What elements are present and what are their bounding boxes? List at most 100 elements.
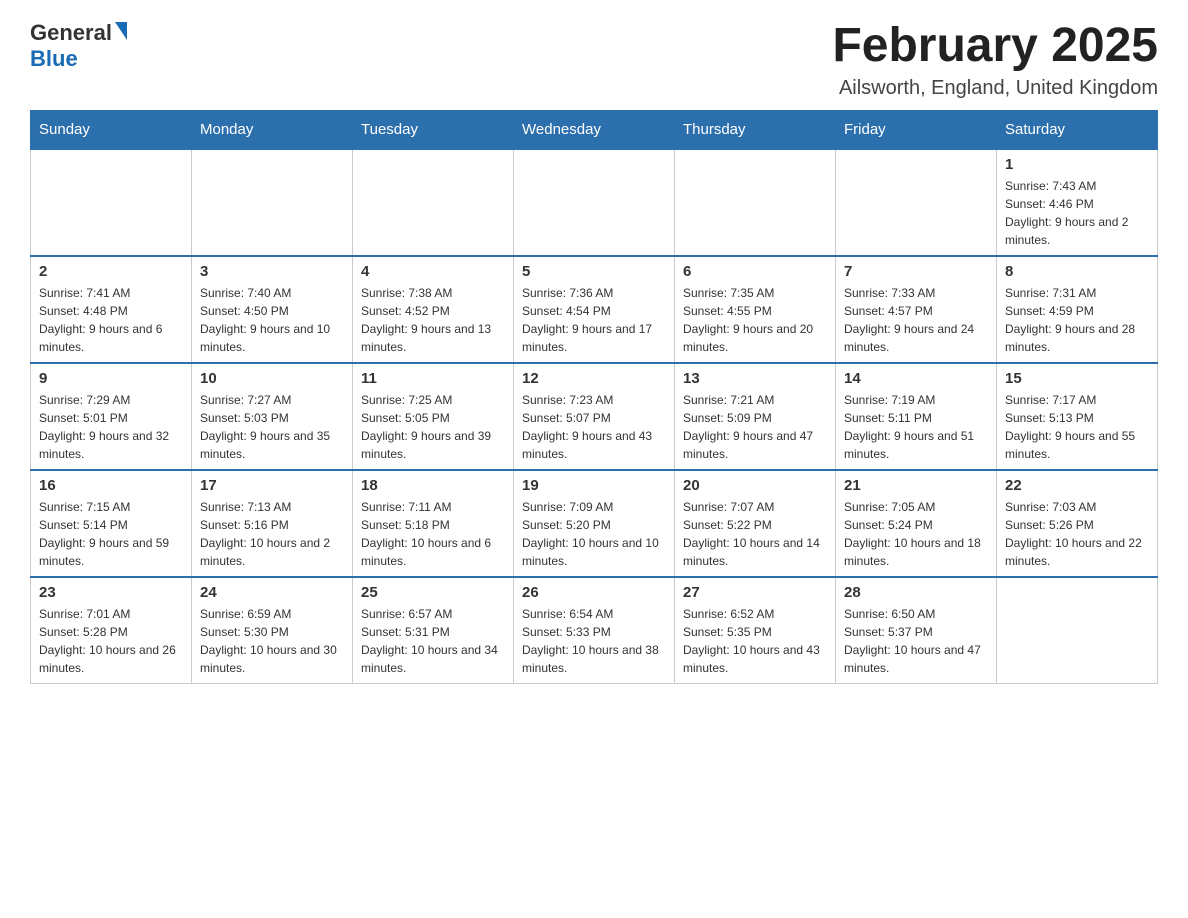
calendar-cell (192, 149, 353, 256)
page-header: General Blue February 2025 Ailsworth, En… (30, 20, 1158, 100)
day-info: Sunrise: 7:11 AMSunset: 5:18 PMDaylight:… (361, 498, 505, 570)
day-info: Sunrise: 7:01 AMSunset: 5:28 PMDaylight:… (39, 605, 183, 677)
day-info: Sunrise: 7:38 AMSunset: 4:52 PMDaylight:… (361, 284, 505, 356)
day-info: Sunrise: 7:17 AMSunset: 5:13 PMDaylight:… (1005, 391, 1149, 463)
day-header-sunday: Sunday (31, 110, 192, 149)
day-number: 8 (1005, 263, 1149, 280)
day-header-friday: Friday (836, 110, 997, 149)
day-number: 27 (683, 584, 827, 601)
day-number: 25 (361, 584, 505, 601)
calendar-cell: 25 Sunrise: 6:57 AMSunset: 5:31 PMDayligh… (353, 577, 514, 684)
week-row-4: 16 Sunrise: 7:15 AMSunset: 5:14 PMDayligh… (31, 470, 1158, 577)
day-number: 14 (844, 370, 988, 387)
day-number: 19 (522, 477, 666, 494)
day-number: 11 (361, 370, 505, 387)
day-info: Sunrise: 7:23 AMSunset: 5:07 PMDaylight:… (522, 391, 666, 463)
day-header-tuesday: Tuesday (353, 110, 514, 149)
location-title: Ailsworth, England, United Kingdom (832, 77, 1158, 100)
calendar-table: SundayMondayTuesdayWednesdayThursdayFrid… (30, 110, 1158, 684)
day-info: Sunrise: 7:19 AMSunset: 5:11 PMDaylight:… (844, 391, 988, 463)
logo-general: General (30, 20, 112, 46)
day-info: Sunrise: 6:59 AMSunset: 5:30 PMDaylight:… (200, 605, 344, 677)
calendar-cell: 5Sunrise: 7:36 AMSunset: 4:54 PMDaylight… (514, 256, 675, 363)
calendar-cell: 19 Sunrise: 7:09 AMSunset: 5:20 PMDayligh… (514, 470, 675, 577)
day-number: 3 (200, 263, 344, 280)
title-block: February 2025 Ailsworth, England, United… (832, 20, 1158, 100)
calendar-cell: 4 Sunrise: 7:38 AMSunset: 4:52 PMDaylight… (353, 256, 514, 363)
calendar-cell: 27 Sunrise: 6:52 AMSunset: 5:35 PMDayligh… (675, 577, 836, 684)
week-row-2: 2Sunrise: 7:41 AMSunset: 4:48 PMDaylight… (31, 256, 1158, 363)
day-header-saturday: Saturday (997, 110, 1158, 149)
day-info: Sunrise: 7:27 AMSunset: 5:03 PMDaylight:… (200, 391, 344, 463)
calendar-cell: 14 Sunrise: 7:19 AMSunset: 5:11 PMDayligh… (836, 363, 997, 470)
day-info: Sunrise: 7:09 AMSunset: 5:20 PMDaylight:… (522, 498, 666, 570)
day-info: Sunrise: 7:05 AMSunset: 5:24 PMDaylight:… (844, 498, 988, 570)
week-row-3: 9 Sunrise: 7:29 AMSunset: 5:01 PMDaylight… (31, 363, 1158, 470)
day-info: Sunrise: 6:52 AMSunset: 5:35 PMDaylight:… (683, 605, 827, 677)
day-number: 9 (39, 370, 183, 387)
calendar-cell: 12 Sunrise: 7:23 AMSunset: 5:07 PMDayligh… (514, 363, 675, 470)
day-info: Sunrise: 7:36 AMSunset: 4:54 PMDaylight:… (522, 284, 666, 356)
calendar-cell: 10 Sunrise: 7:27 AMSunset: 5:03 PMDayligh… (192, 363, 353, 470)
calendar-cell (836, 149, 997, 256)
calendar-cell: 26 Sunrise: 6:54 AMSunset: 5:33 PMDayligh… (514, 577, 675, 684)
calendar-cell (514, 149, 675, 256)
calendar-cell (353, 149, 514, 256)
day-info: Sunrise: 7:03 AMSunset: 5:26 PMDaylight:… (1005, 498, 1149, 570)
calendar-cell: 11 Sunrise: 7:25 AMSunset: 5:05 PMDayligh… (353, 363, 514, 470)
calendar-cell: 24Sunrise: 6:59 AMSunset: 5:30 PMDayligh… (192, 577, 353, 684)
day-number: 10 (200, 370, 344, 387)
day-info: Sunrise: 7:13 AMSunset: 5:16 PMDaylight:… (200, 498, 344, 570)
day-info: Sunrise: 6:57 AMSunset: 5:31 PMDaylight:… (361, 605, 505, 677)
day-header-monday: Monday (192, 110, 353, 149)
day-number: 12 (522, 370, 666, 387)
calendar-cell: 8 Sunrise: 7:31 AMSunset: 4:59 PMDaylight… (997, 256, 1158, 363)
calendar-cell: 23 Sunrise: 7:01 AMSunset: 5:28 PMDayligh… (31, 577, 192, 684)
calendar-cell: 1Sunrise: 7:43 AMSunset: 4:46 PMDaylight… (997, 149, 1158, 256)
calendar-cell: 21 Sunrise: 7:05 AMSunset: 5:24 PMDayligh… (836, 470, 997, 577)
day-info: Sunrise: 6:50 AMSunset: 5:37 PMDaylight:… (844, 605, 988, 677)
day-info: Sunrise: 7:33 AMSunset: 4:57 PMDaylight:… (844, 284, 988, 356)
calendar-cell (675, 149, 836, 256)
day-header-thursday: Thursday (675, 110, 836, 149)
day-number: 6 (683, 263, 827, 280)
calendar-cell: 3 Sunrise: 7:40 AMSunset: 4:50 PMDaylight… (192, 256, 353, 363)
day-info: Sunrise: 7:15 AMSunset: 5:14 PMDaylight:… (39, 498, 183, 570)
day-number: 16 (39, 477, 183, 494)
calendar-cell: 22 Sunrise: 7:03 AMSunset: 5:26 PMDayligh… (997, 470, 1158, 577)
day-number: 26 (522, 584, 666, 601)
day-info: Sunrise: 7:31 AMSunset: 4:59 PMDaylight:… (1005, 284, 1149, 356)
day-number: 22 (1005, 477, 1149, 494)
day-number: 28 (844, 584, 988, 601)
days-of-week-row: SundayMondayTuesdayWednesdayThursdayFrid… (31, 110, 1158, 149)
day-number: 7 (844, 263, 988, 280)
calendar-cell: 9 Sunrise: 7:29 AMSunset: 5:01 PMDaylight… (31, 363, 192, 470)
day-info: Sunrise: 7:35 AMSunset: 4:55 PMDaylight:… (683, 284, 827, 356)
calendar-cell: 17Sunrise: 7:13 AMSunset: 5:16 PMDayligh… (192, 470, 353, 577)
day-number: 21 (844, 477, 988, 494)
day-number: 2 (39, 263, 183, 280)
calendar-cell (31, 149, 192, 256)
day-info: Sunrise: 7:40 AMSunset: 4:50 PMDaylight:… (200, 284, 344, 356)
calendar-cell: 7 Sunrise: 7:33 AMSunset: 4:57 PMDaylight… (836, 256, 997, 363)
day-number: 13 (683, 370, 827, 387)
day-number: 4 (361, 263, 505, 280)
day-number: 23 (39, 584, 183, 601)
calendar-cell: 18 Sunrise: 7:11 AMSunset: 5:18 PMDayligh… (353, 470, 514, 577)
calendar-cell (997, 577, 1158, 684)
calendar-cell: 13Sunrise: 7:21 AMSunset: 5:09 PMDayligh… (675, 363, 836, 470)
day-info: Sunrise: 6:54 AMSunset: 5:33 PMDaylight:… (522, 605, 666, 677)
day-header-wednesday: Wednesday (514, 110, 675, 149)
calendar-body: 1Sunrise: 7:43 AMSunset: 4:46 PMDaylight… (31, 149, 1158, 684)
month-title: February 2025 (832, 20, 1158, 73)
week-row-5: 23 Sunrise: 7:01 AMSunset: 5:28 PMDayligh… (31, 577, 1158, 684)
calendar-cell: 28 Sunrise: 6:50 AMSunset: 5:37 PMDayligh… (836, 577, 997, 684)
day-info: Sunrise: 7:29 AMSunset: 5:01 PMDaylight:… (39, 391, 183, 463)
calendar-cell: 6 Sunrise: 7:35 AMSunset: 4:55 PMDaylight… (675, 256, 836, 363)
logo-triangle-icon (115, 22, 127, 40)
day-number: 18 (361, 477, 505, 494)
calendar-cell: 16 Sunrise: 7:15 AMSunset: 5:14 PMDayligh… (31, 470, 192, 577)
day-info: Sunrise: 7:25 AMSunset: 5:05 PMDaylight:… (361, 391, 505, 463)
logo: General Blue (30, 20, 127, 72)
logo-blue: Blue (30, 46, 78, 72)
